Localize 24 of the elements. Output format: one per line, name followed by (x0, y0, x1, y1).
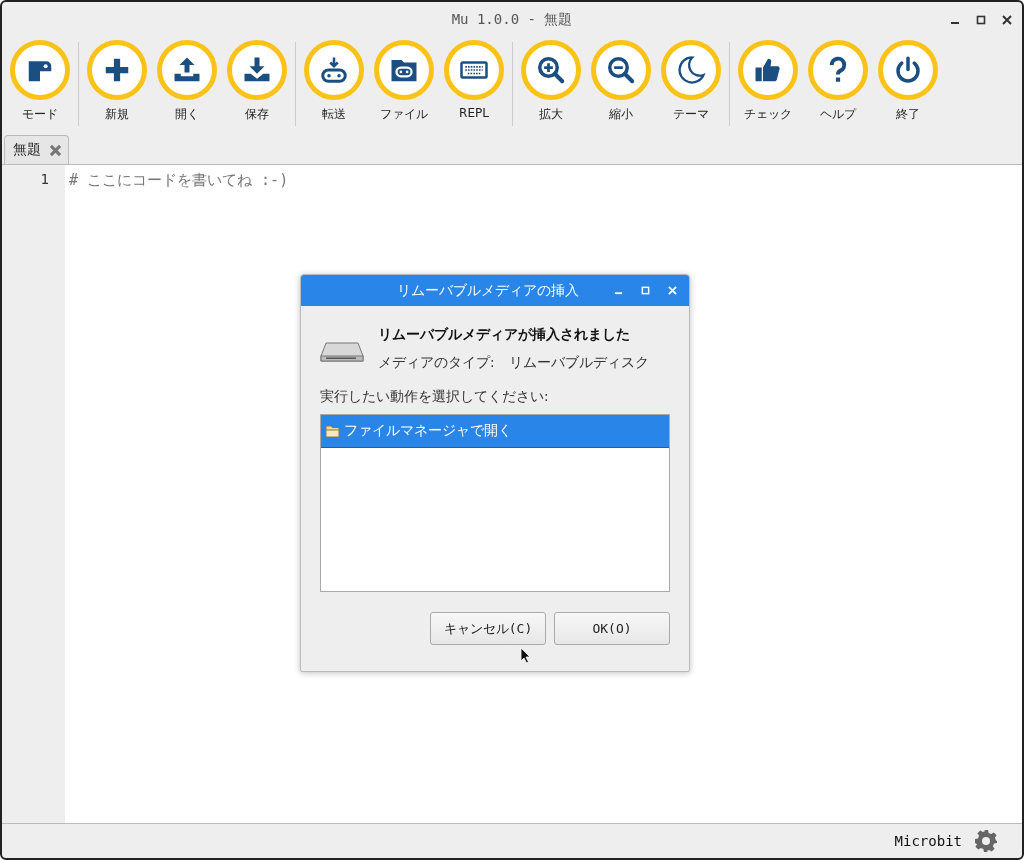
action-prompt: 実行したい動作を選択してください: (320, 388, 550, 406)
dialog-title: リムーバブルメディアの挿入 (397, 281, 579, 300)
media-type-label: メディアのタイプ: (378, 354, 495, 372)
file-tab[interactable]: 無題 (4, 135, 69, 164)
drive-icon (320, 340, 364, 364)
mouse-pointer-icon (520, 647, 531, 664)
power-icon (893, 55, 923, 85)
cancel-button[interactable]: キャンセル(C) (430, 612, 546, 645)
dialog-heading: リムーバブルメディアが挿入されました (378, 326, 631, 344)
folder-icon (325, 424, 340, 438)
zoom-out-icon (606, 55, 636, 85)
moon-icon (676, 55, 706, 85)
action-item[interactable]: ファイルマネージャで開く (321, 415, 669, 448)
window-title: Mu 1.0.0 - 無題 (451, 11, 573, 29)
maximize-icon[interactable] (976, 15, 986, 25)
line-number: 1 (39, 171, 50, 187)
close-icon[interactable] (1002, 15, 1012, 25)
robot-icon (319, 55, 349, 85)
code-comment: # ここにコードを書いてね :-) (69, 171, 289, 190)
media-type-value: リムーバブルディスク (508, 354, 649, 372)
settings-icon[interactable] (974, 829, 998, 853)
zoom-in-icon (536, 55, 566, 85)
ok-button[interactable]: OK(O) (554, 612, 670, 645)
mode-label: Microbit (894, 833, 962, 849)
